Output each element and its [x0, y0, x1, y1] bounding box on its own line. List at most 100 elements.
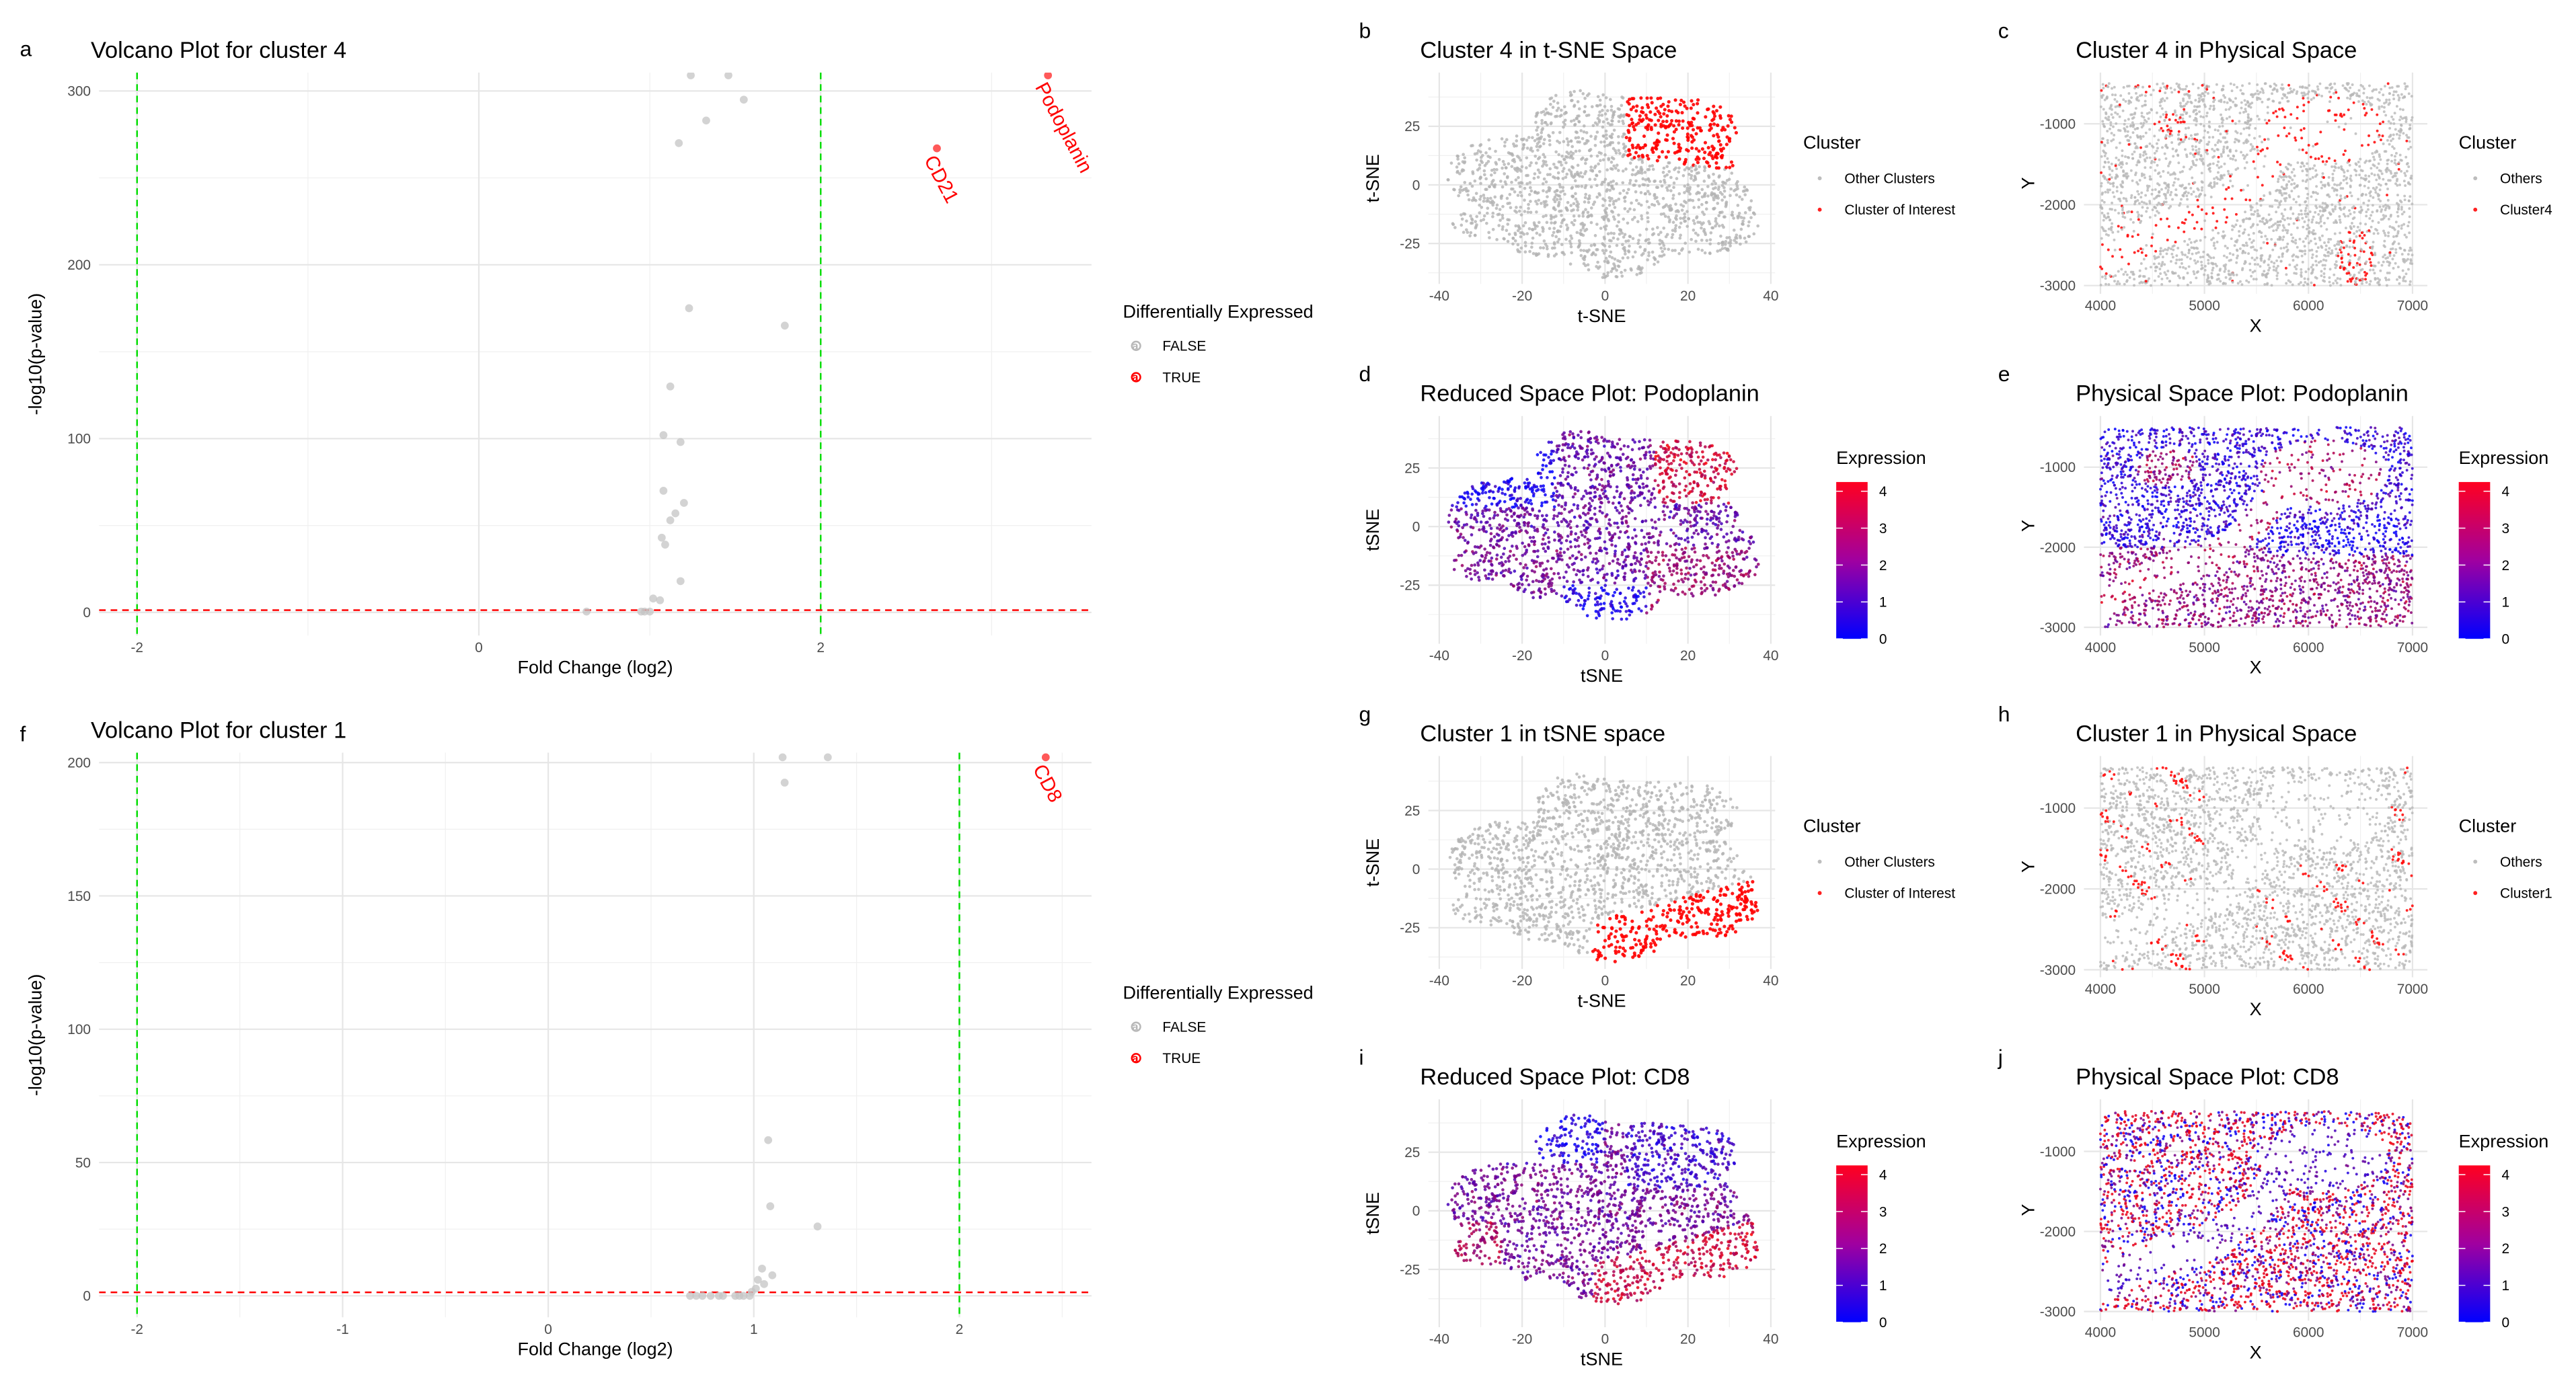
point-other-cluster — [1620, 104, 1624, 108]
point-other-cluster — [1717, 185, 1721, 189]
point-other-cluster — [1589, 134, 1593, 139]
point-other-cluster — [1583, 200, 1587, 204]
point-other-cluster — [1612, 910, 1615, 913]
point-other-cluster — [1646, 837, 1650, 841]
point-expression — [1684, 494, 1688, 498]
point-cluster-of-interest — [1696, 161, 1700, 165]
point-expression — [1492, 496, 1496, 500]
point-other-cluster — [1534, 120, 1538, 124]
point-other-cluster — [1617, 120, 1621, 123]
point-other-cluster — [1577, 202, 1580, 206]
point-other-cluster — [1556, 776, 1560, 780]
plot-area — [1446, 89, 1760, 279]
point-other-cluster — [1694, 176, 1697, 180]
point-expression — [1716, 526, 1719, 530]
point-cluster-of-interest — [1675, 150, 1679, 154]
point-other-cluster — [1646, 211, 1649, 215]
point-other-cluster — [1696, 816, 1700, 819]
point-other-cluster — [1540, 878, 1544, 881]
point-other-cluster — [1591, 783, 1595, 787]
point-other-cluster — [1646, 237, 1651, 241]
point-expression — [1583, 543, 1587, 546]
point-other-cluster — [1507, 162, 1511, 165]
point-expression — [1684, 461, 1688, 465]
point-expression — [1673, 553, 1677, 557]
point-other-cluster — [1682, 869, 1686, 872]
point-expression — [1616, 574, 1620, 578]
point-other-cluster — [1620, 898, 1624, 901]
point-other-cluster — [1490, 867, 1494, 870]
point-other-cluster — [1496, 887, 1499, 890]
point-other-cluster — [1470, 869, 1474, 872]
point-expression — [1677, 537, 1681, 541]
point-other-cluster — [1570, 937, 1574, 941]
point-cluster-of-interest — [1726, 887, 1730, 892]
point-cluster-of-interest — [1601, 925, 1605, 930]
point-other-cluster — [1463, 181, 1467, 184]
point-expression — [1650, 518, 1654, 522]
point-cluster-of-interest — [1679, 916, 1683, 920]
point-other-cluster — [1686, 807, 1690, 812]
x-tick-label: -2 — [130, 640, 143, 656]
point-cluster-of-interest — [1622, 914, 1626, 918]
point-other-cluster — [1675, 838, 1679, 842]
point-expression — [1527, 481, 1531, 485]
point-other-cluster — [1720, 870, 1724, 874]
point-other-cluster — [1618, 192, 1622, 195]
point-other-cluster — [1525, 182, 1529, 186]
point-other-cluster — [1537, 855, 1541, 859]
point-other-cluster — [1701, 889, 1704, 892]
point-other-cluster — [1621, 243, 1624, 247]
point-other-cluster — [1595, 915, 1599, 919]
point-other-cluster — [1646, 841, 1649, 844]
point-other-cluster — [1566, 208, 1569, 212]
point-other-cluster — [1723, 826, 1727, 830]
point-other-cluster — [1544, 242, 1548, 246]
point-other-cluster — [1677, 251, 1681, 255]
x-tick-label: -1 — [336, 1322, 349, 1337]
point-other-cluster — [1653, 262, 1656, 266]
point-other-cluster — [1511, 924, 1515, 928]
point-other-cluster — [1669, 175, 1673, 180]
point-other-cluster — [1446, 178, 1450, 182]
point-other-cluster — [1487, 898, 1491, 902]
point-other-cluster — [1634, 179, 1638, 183]
point-expression — [1654, 526, 1658, 530]
point-other-cluster — [1548, 167, 1552, 171]
point-other-cluster — [1720, 799, 1725, 803]
point-expression — [1678, 559, 1682, 562]
point-cluster-of-interest — [1725, 143, 1729, 147]
point-other-cluster — [1505, 830, 1509, 834]
point-expression — [1505, 526, 1509, 530]
point-other-cluster — [1531, 236, 1535, 240]
point-other-cluster — [1659, 246, 1663, 250]
point-expression — [1541, 537, 1545, 541]
point-cluster-of-interest — [1726, 124, 1730, 128]
point-expression — [1685, 520, 1689, 524]
point-other-cluster — [1499, 919, 1503, 922]
point-other-cluster — [1707, 886, 1711, 890]
point-expression — [1455, 529, 1460, 533]
point-other-cluster — [1559, 890, 1563, 894]
point-other-cluster — [1602, 865, 1605, 868]
point-other-cluster — [1570, 145, 1575, 149]
point-other-cluster — [1663, 174, 1667, 178]
point-other-cluster — [1534, 161, 1538, 165]
y-tick-label: 0 — [1412, 177, 1420, 193]
point-expression — [1593, 490, 1597, 494]
point-expression — [1536, 555, 1540, 559]
point-other-cluster — [1536, 898, 1539, 902]
point-other-cluster — [1601, 249, 1605, 252]
point-other-cluster — [1621, 779, 1625, 783]
point-other-cluster — [1647, 251, 1651, 255]
point-expression — [1604, 514, 1607, 518]
point-expression — [1704, 536, 1707, 540]
point-cluster-of-interest — [1714, 161, 1718, 165]
point-other-cluster — [1512, 931, 1516, 935]
point-expression — [1540, 543, 1544, 546]
point-other-cluster — [1578, 895, 1582, 898]
point-expression — [1620, 509, 1624, 512]
point-expression — [1683, 476, 1687, 480]
point-expression — [1644, 519, 1648, 523]
point-other-cluster — [1708, 238, 1712, 241]
